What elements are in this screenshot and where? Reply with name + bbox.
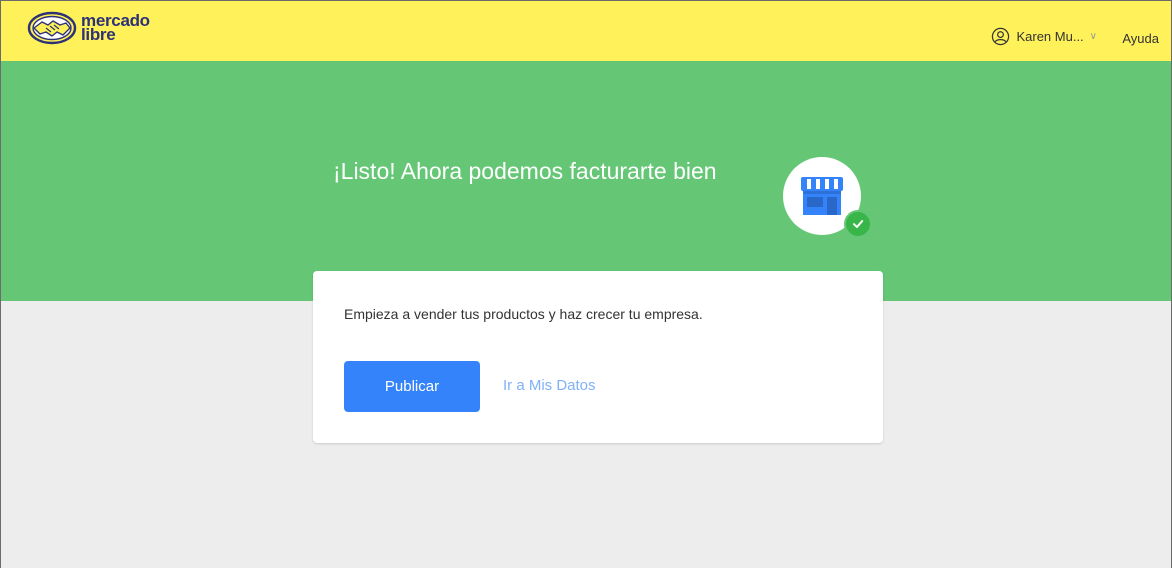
action-card: Empieza a vender tus productos y haz cre… [313, 271, 883, 443]
chevron-down-icon: ∨ [1089, 31, 1097, 42]
card-message: Empieza a vender tus productos y haz cre… [344, 306, 703, 322]
check-badge-icon [844, 210, 872, 238]
top-header: mercado libre Karen Mu... ∨ Ayuda [1, 1, 1171, 61]
logo-wordmark: mercado libre [81, 12, 150, 44]
mis-datos-link[interactable]: Ir a Mis Datos [503, 377, 596, 394]
success-banner: ¡Listo! Ahora podemos facturarte bien [1, 61, 1171, 301]
user-avatar-icon [992, 27, 1010, 46]
user-name: Karen Mu... [1016, 29, 1084, 44]
page-frame: mercado libre Karen Mu... ∨ Ayuda ¡Listo… [0, 0, 1172, 568]
publicar-button[interactable]: Publicar [344, 361, 480, 412]
user-menu[interactable]: Karen Mu... ∨ [991, 27, 1097, 46]
help-link[interactable]: Ayuda [1122, 31, 1159, 46]
store-icon [801, 177, 843, 215]
logo-line-2: libre [81, 25, 116, 44]
handshake-logo-icon [27, 11, 77, 45]
mercadolibre-logo[interactable]: mercado libre [27, 11, 150, 45]
page-title: ¡Listo! Ahora podemos facturarte bien [333, 158, 717, 184]
